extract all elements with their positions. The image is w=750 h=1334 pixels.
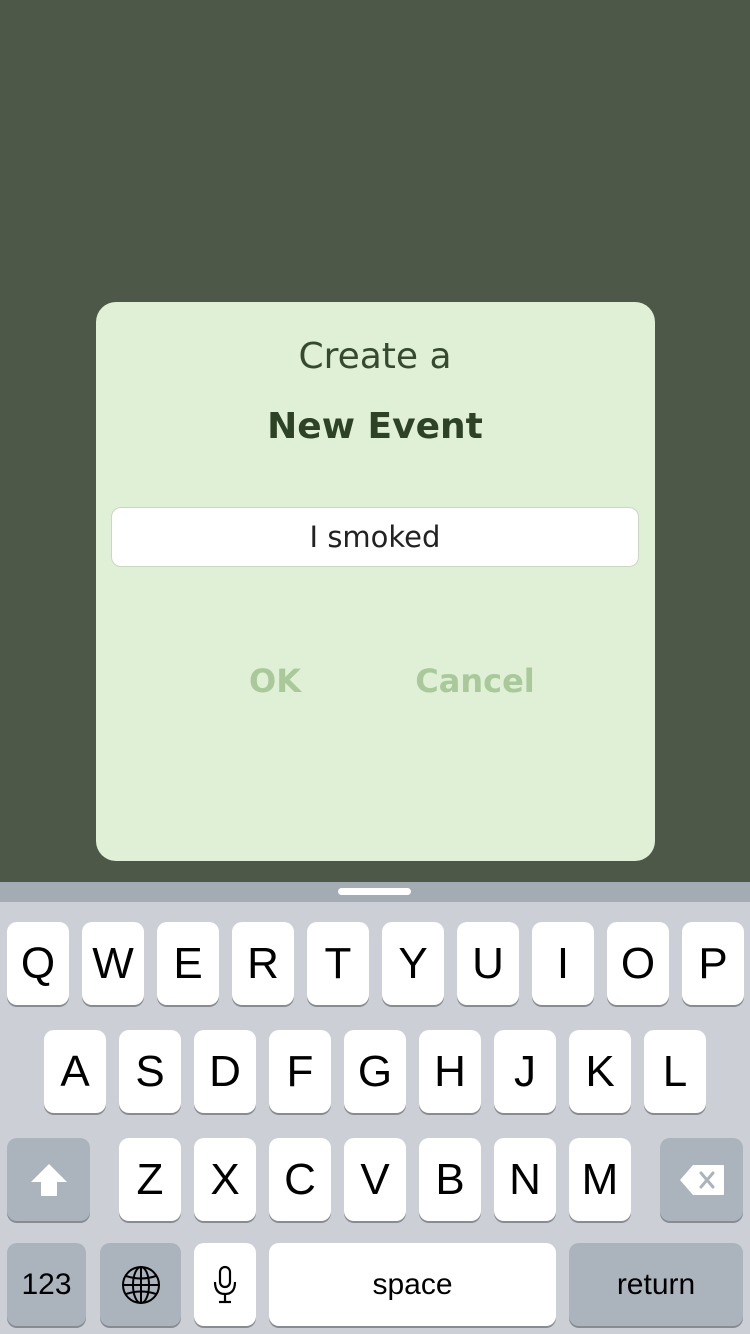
key-l[interactable]: L	[644, 1030, 706, 1113]
delete-key[interactable]	[660, 1138, 743, 1221]
key-o[interactable]: O	[607, 922, 669, 1005]
key-b[interactable]: B	[419, 1138, 481, 1221]
event-name-input[interactable]	[111, 507, 639, 567]
key-j[interactable]: J	[494, 1030, 556, 1113]
shift-key[interactable]	[7, 1138, 90, 1221]
key-z[interactable]: Z	[119, 1138, 181, 1221]
key-v[interactable]: V	[344, 1138, 406, 1221]
key-d[interactable]: D	[194, 1030, 256, 1113]
key-i[interactable]: I	[532, 922, 594, 1005]
new-event-dialog	[96, 302, 655, 861]
key-m[interactable]: M	[569, 1138, 631, 1221]
key-h[interactable]: H	[419, 1030, 481, 1113]
key-u[interactable]: U	[457, 922, 519, 1005]
shift-icon	[29, 1162, 69, 1198]
key-n[interactable]: N	[494, 1138, 556, 1221]
key-e[interactable]: E	[157, 922, 219, 1005]
return-key[interactable]: return	[569, 1243, 743, 1326]
dictation-key[interactable]	[194, 1243, 256, 1326]
ok-button[interactable]: OK	[220, 656, 330, 706]
globe-key[interactable]	[100, 1243, 181, 1326]
key-q[interactable]: Q	[7, 922, 69, 1005]
microphone-icon	[212, 1265, 238, 1305]
key-r[interactable]: R	[232, 922, 294, 1005]
numbers-key[interactable]: 123	[7, 1243, 86, 1326]
grabber-handle[interactable]	[338, 888, 411, 895]
key-s[interactable]: S	[119, 1030, 181, 1113]
dialog-title: Create a	[298, 336, 452, 377]
key-x[interactable]: X	[194, 1138, 256, 1221]
key-f[interactable]: F	[269, 1030, 331, 1113]
key-k[interactable]: K	[569, 1030, 631, 1113]
key-g[interactable]: G	[344, 1030, 406, 1113]
space-key[interactable]: space	[269, 1243, 556, 1326]
key-w[interactable]: W	[82, 922, 144, 1005]
cancel-button[interactable]: Cancel	[400, 656, 550, 706]
key-t[interactable]: T	[307, 922, 369, 1005]
key-a[interactable]: A	[44, 1030, 106, 1113]
keyboard-top-bar	[0, 882, 750, 902]
key-y[interactable]: Y	[382, 922, 444, 1005]
backspace-icon	[679, 1164, 725, 1196]
globe-icon	[120, 1264, 162, 1306]
key-c[interactable]: C	[269, 1138, 331, 1221]
dialog-heading: New Event	[267, 406, 483, 447]
keyboard: Q W E R T Y U I O P A S D F G H J K L Z …	[0, 882, 750, 1334]
key-p[interactable]: P	[682, 922, 744, 1005]
